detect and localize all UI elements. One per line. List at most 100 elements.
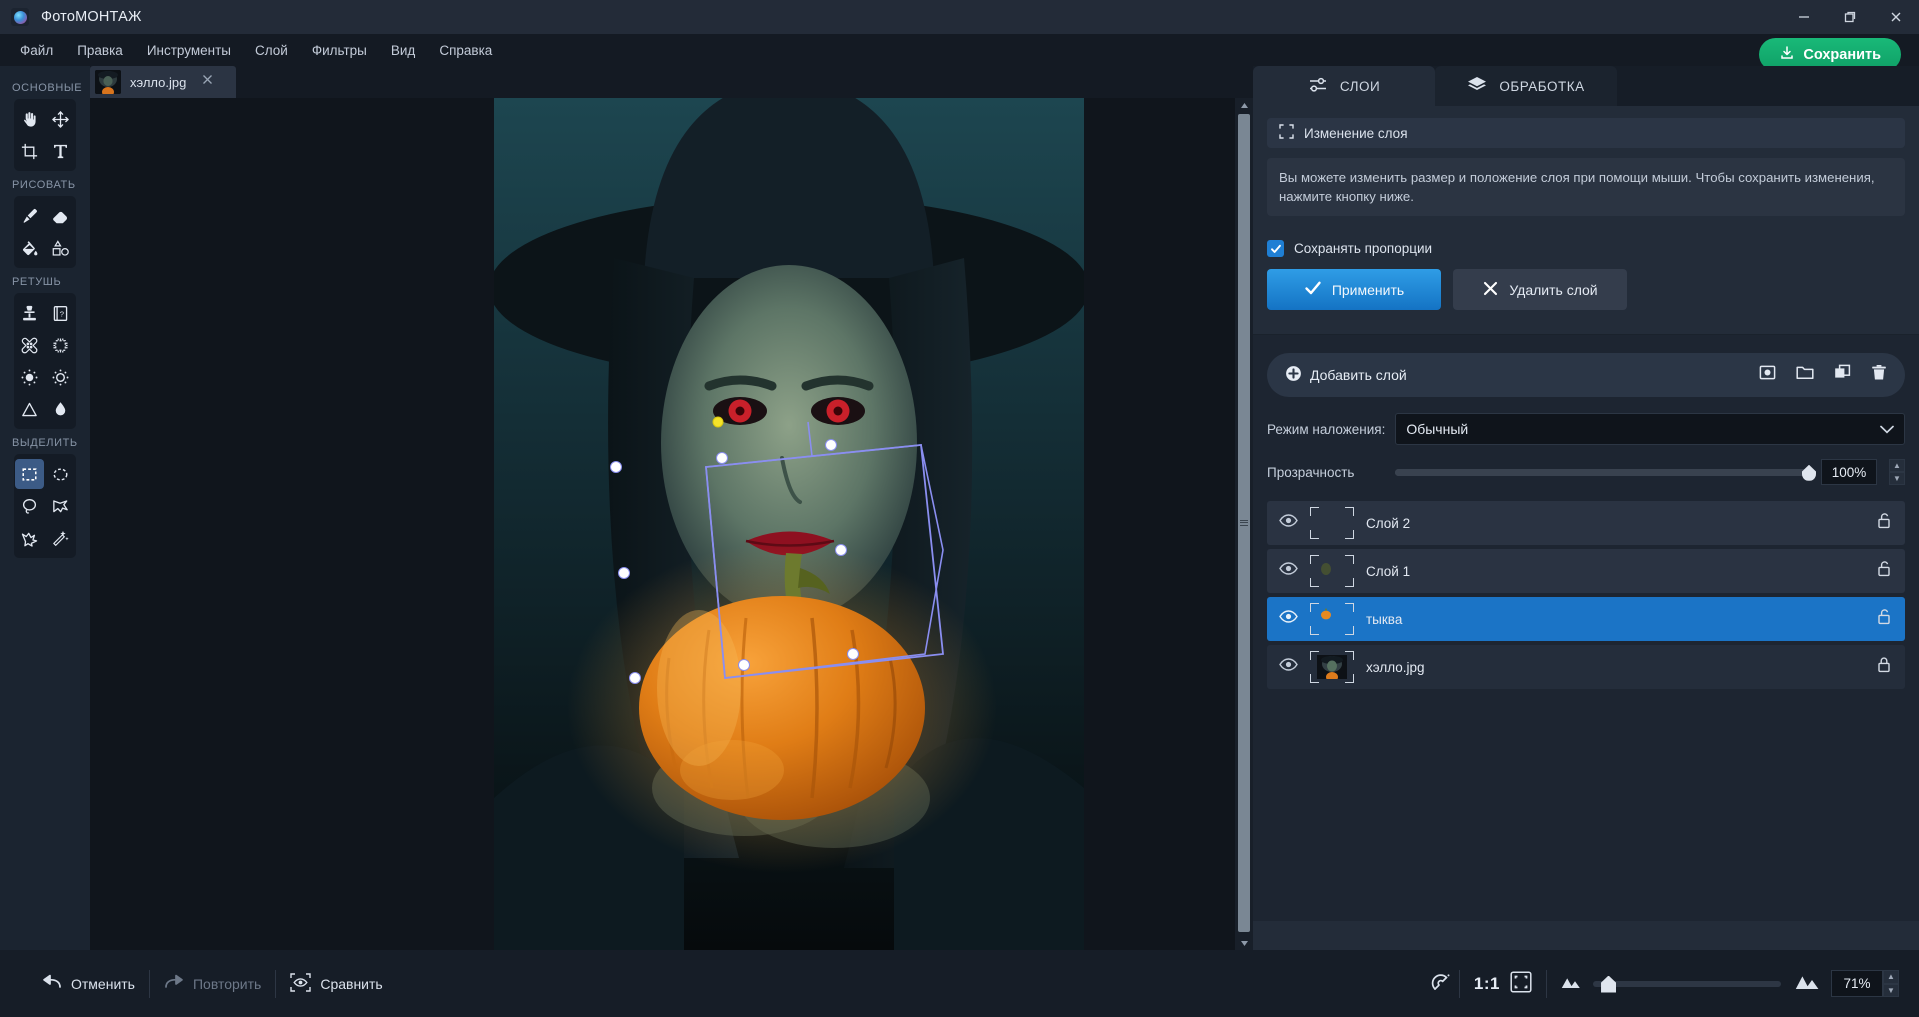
chevron-down-icon[interactable]: ▼ [1889, 472, 1905, 486]
dashed-square-chip-icon[interactable] [46, 330, 75, 360]
triangle-icon[interactable] [15, 394, 44, 424]
menu-item-tools[interactable]: Инструменты [135, 38, 243, 63]
menu-item-view[interactable]: Вид [379, 38, 427, 63]
compare-button[interactable]: Сравнить [276, 972, 396, 995]
layer-toolbar: Добавить слой [1267, 353, 1905, 398]
eye-icon[interactable] [1279, 562, 1298, 580]
sliders-icon [1308, 76, 1328, 97]
handle-top-right[interactable] [825, 439, 837, 451]
layer-row-hello-jpg[interactable]: хэлло.jpg [1267, 645, 1905, 690]
handle-bottom-right[interactable] [847, 648, 859, 660]
stamp-icon[interactable] [15, 298, 44, 328]
opacity-value[interactable]: 100% [1821, 459, 1877, 486]
close-icon[interactable] [201, 73, 214, 91]
lock-icon[interactable] [1877, 656, 1891, 678]
dashed-ellipse-icon[interactable] [46, 459, 75, 489]
tool-group-select [14, 454, 76, 558]
eye-icon[interactable] [1279, 514, 1298, 532]
chevron-up-icon[interactable]: ▲ [1889, 459, 1905, 473]
zoom-out-button[interactable] [1547, 975, 1593, 993]
maximize-icon[interactable] [1827, 0, 1873, 34]
layer-row-tykva[interactable]: тыква [1267, 597, 1905, 642]
canvas-vertical-scrollbar[interactable] [1235, 98, 1253, 950]
delete-layer-button[interactable]: Удалить слой [1453, 269, 1627, 311]
unlock-icon[interactable] [1877, 512, 1891, 534]
chevron-down-icon[interactable]: ▼ [1883, 983, 1899, 997]
document-tab[interactable]: хэлло.jpg [90, 66, 236, 98]
right-panel: СЛОИ ОБРАБОТКА Изменение слоя Вы можете … [1253, 66, 1919, 950]
fit-to-screen-button[interactable] [1506, 971, 1546, 996]
image-stage[interactable] [494, 98, 1084, 950]
image-square-icon[interactable] [1759, 364, 1776, 386]
scrollbar-thumb[interactable] [1238, 114, 1250, 932]
title-bar: ФотоМОНТАЖ [0, 0, 1919, 34]
handle-bottom-center[interactable] [738, 659, 750, 671]
shapes-icon[interactable] [46, 233, 75, 263]
actual-size-button[interactable]: 1:1 [1460, 974, 1506, 994]
zoom-slider[interactable] [1593, 975, 1781, 993]
opacity-slider[interactable] [1395, 464, 1816, 481]
trash-icon[interactable] [1871, 364, 1887, 386]
blend-mode-select[interactable]: Обычный [1395, 413, 1905, 446]
keep-proportions-checkbox[interactable] [1267, 240, 1284, 258]
handle-top-center[interactable] [716, 452, 728, 464]
scroll-up-arrow-icon[interactable] [1235, 98, 1253, 112]
move-arrows-icon[interactable] [46, 104, 75, 134]
menu-item-filters[interactable]: Фильтры [300, 38, 379, 63]
eraser-icon[interactable] [46, 201, 75, 231]
close-icon[interactable] [1873, 0, 1919, 34]
tab-processing[interactable]: ОБРАБОТКА [1435, 66, 1617, 106]
polygon-lasso-icon[interactable] [46, 491, 75, 521]
magic-wand-icon[interactable] [46, 523, 75, 553]
handle-mid-left[interactable] [618, 567, 630, 579]
tab-layers[interactable]: СЛОИ [1253, 66, 1435, 106]
keep-proportions-row[interactable]: Сохранять пропорции [1267, 240, 1905, 258]
menu-item-layer[interactable]: Слой [243, 38, 300, 63]
tab-layers-label: СЛОИ [1339, 78, 1381, 94]
eye-icon[interactable] [1279, 658, 1298, 676]
handle-top-left[interactable] [610, 461, 622, 473]
scroll-down-arrow-icon[interactable] [1235, 936, 1253, 950]
redo-button[interactable]: Повторить [150, 974, 275, 993]
magnet-button[interactable] [1416, 972, 1459, 996]
paint-bucket-icon[interactable] [15, 233, 44, 263]
crop-icon[interactable] [15, 136, 44, 166]
duplicate-icon[interactable] [1834, 364, 1851, 386]
folder-icon[interactable] [1796, 364, 1814, 386]
sun-filled-icon[interactable] [15, 362, 44, 392]
unlock-icon[interactable] [1877, 560, 1891, 582]
unlock-icon[interactable] [1877, 608, 1891, 630]
handle-mid-right[interactable] [835, 544, 847, 556]
menu-item-file[interactable]: Файл [8, 38, 65, 63]
apply-button[interactable]: Применить [1267, 269, 1441, 311]
zoom-slider-knob[interactable] [1601, 975, 1617, 993]
undo-button[interactable]: Отменить [28, 974, 149, 993]
zoom-value[interactable]: 71% [1831, 970, 1883, 997]
zoom-in-button[interactable] [1781, 974, 1831, 994]
menu-item-edit[interactable]: Правка [65, 38, 135, 63]
layer-row-sloy-2[interactable]: Слой 2 [1267, 501, 1905, 546]
opacity-slider-knob[interactable] [1802, 464, 1816, 481]
layer-row-sloy-1[interactable]: Слой 1 [1267, 549, 1905, 594]
hand-icon[interactable] [15, 104, 44, 134]
rotate-handle[interactable] [712, 416, 724, 428]
menu-item-help[interactable]: Справка [427, 38, 504, 63]
water-drop-icon[interactable] [46, 394, 75, 424]
eye-icon[interactable] [1279, 610, 1298, 628]
canvas-area[interactable] [90, 98, 1253, 950]
patch-book-icon[interactable]: ? [46, 298, 75, 328]
opacity-stepper[interactable]: ▲ ▼ [1889, 459, 1905, 486]
lasso-icon[interactable] [15, 491, 44, 521]
minimize-icon[interactable] [1781, 0, 1827, 34]
document-thumbnail [95, 70, 121, 94]
magnetic-lasso-icon[interactable] [15, 523, 44, 553]
brush-icon[interactable] [15, 201, 44, 231]
text-t-icon[interactable] [46, 136, 75, 166]
sun-outline-icon[interactable] [46, 362, 75, 392]
add-layer-button[interactable]: Добавить слой [1285, 365, 1407, 385]
zoom-stepper[interactable]: ▲ ▼ [1883, 970, 1899, 997]
handle-bottom-left[interactable] [629, 672, 641, 684]
dashed-rectangle-icon[interactable] [15, 459, 44, 489]
chevron-up-icon[interactable]: ▲ [1883, 970, 1899, 984]
bandage-icon[interactable] [15, 330, 44, 360]
